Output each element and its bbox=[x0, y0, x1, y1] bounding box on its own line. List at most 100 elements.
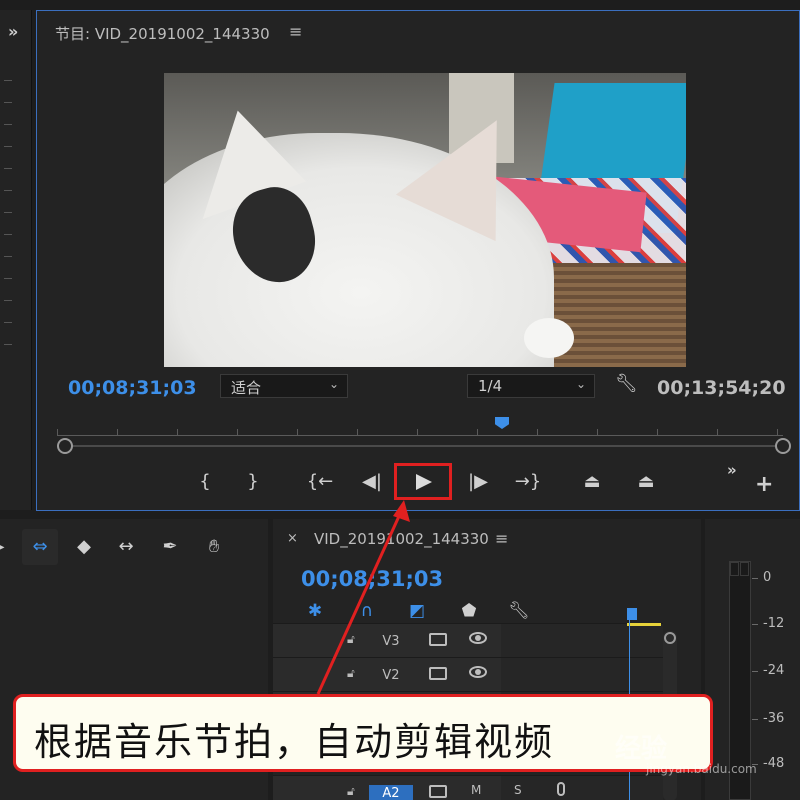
ruler-tick bbox=[4, 190, 12, 191]
db-label: -12 bbox=[763, 616, 785, 631]
step-forward-button[interactable]: |▶ bbox=[465, 469, 491, 495]
program-monitor-title[interactable]: 节目: VID_20191002_144330 bbox=[55, 23, 270, 44]
ruler-tick bbox=[4, 234, 12, 235]
sync-lock-film-icon[interactable] bbox=[429, 785, 447, 798]
program-monitor-panel: 节目: VID_20191002_144330 ≡ 00;08;31;03 适合… bbox=[36, 10, 800, 511]
ripple-edit-icon[interactable]: ⇔ bbox=[22, 529, 58, 565]
sync-lock-film-icon[interactable] bbox=[429, 633, 447, 646]
play-icon[interactable] bbox=[416, 474, 432, 490]
ruler-tick bbox=[4, 322, 12, 323]
mark-in-button[interactable]: { bbox=[195, 469, 215, 495]
extract-icon[interactable]: ⏏︎ bbox=[631, 469, 661, 495]
db-label: 0 bbox=[763, 570, 772, 585]
ruler-tick bbox=[777, 429, 778, 435]
meter-peak-right bbox=[740, 562, 749, 576]
callout-text: 根据音乐节拍，自动剪辑视频 bbox=[34, 720, 555, 764]
ruler-tick bbox=[477, 429, 478, 435]
mute-button[interactable]: M bbox=[471, 783, 481, 797]
track-row-a2: 🔓︎ A2 M S bbox=[273, 775, 663, 800]
db-label: -48 bbox=[763, 756, 785, 771]
go-to-out-button[interactable]: →} bbox=[513, 469, 543, 495]
ruler-tick bbox=[4, 256, 12, 257]
add-marker-icon[interactable]: ⬟ bbox=[455, 601, 483, 621]
go-to-in-button[interactable]: {← bbox=[305, 469, 335, 495]
linked-selection-icon[interactable]: ◩ bbox=[403, 601, 431, 621]
track-select-icon[interactable]: ▸ bbox=[0, 529, 18, 565]
db-tick bbox=[752, 671, 758, 672]
nest-toggle-icon[interactable]: ✱ bbox=[301, 601, 329, 621]
track-row-v3: 🔓︎ V3 bbox=[273, 623, 663, 658]
zoom-scrollbar-left-handle[interactable] bbox=[57, 438, 73, 454]
snap-magnet-icon[interactable]: ∩ bbox=[353, 601, 381, 621]
sequence-tab-title[interactable]: VID_20191002_144330 bbox=[314, 530, 489, 548]
close-icon[interactable]: × bbox=[287, 531, 298, 546]
playback-resolution-value: 1/4 bbox=[478, 377, 503, 395]
chevron-down-icon: ⌄ bbox=[575, 377, 586, 391]
db-tick bbox=[752, 719, 758, 720]
work-area-bar[interactable] bbox=[627, 623, 661, 626]
ruler-tick bbox=[537, 429, 538, 435]
audio-meters-panel: 0 -12 -24 -36 -48 bbox=[705, 519, 800, 800]
zoom-fit-value: 适合 bbox=[231, 379, 262, 397]
hamburger-menu-icon[interactable]: ≡ bbox=[495, 529, 508, 548]
ruler-tick bbox=[237, 429, 238, 435]
meter-peak-left bbox=[730, 562, 739, 576]
zoom-scrollbar[interactable] bbox=[57, 445, 787, 447]
time-ruler[interactable] bbox=[57, 424, 783, 436]
razor-icon[interactable]: ◆ bbox=[66, 529, 102, 565]
db-label: -24 bbox=[763, 663, 785, 678]
timeline-timecode[interactable]: 00;08;31;03 bbox=[301, 567, 443, 591]
db-label: -36 bbox=[763, 711, 785, 726]
zoom-scrollbar-right-handle[interactable] bbox=[775, 438, 791, 454]
expand-panels-icon[interactable]: » bbox=[8, 22, 18, 41]
timeline-settings-wrench-icon[interactable]: 🔧︎ bbox=[505, 601, 533, 621]
step-back-button[interactable]: ◀| bbox=[359, 469, 385, 495]
premiere-window: » 节目: VID_20191002_144330 ≡ 00;08;31;03 … bbox=[0, 0, 800, 800]
video-cat-paw bbox=[524, 318, 574, 358]
ruler-tick bbox=[117, 429, 118, 435]
ruler-tick bbox=[357, 429, 358, 435]
more-controls-icon[interactable]: » bbox=[727, 461, 737, 479]
ruler-tick bbox=[4, 168, 12, 169]
slip-icon[interactable]: ↔ bbox=[108, 529, 144, 565]
video-preview bbox=[164, 73, 686, 367]
lock-icon[interactable]: 🔓︎ bbox=[347, 784, 355, 799]
ruler-tick bbox=[4, 146, 12, 147]
eye-icon[interactable] bbox=[469, 666, 487, 678]
microphone-icon[interactable] bbox=[557, 782, 565, 796]
ruler-tick bbox=[4, 80, 12, 81]
ruler-tick bbox=[297, 429, 298, 435]
watermark-url: jingyan.baidu.com bbox=[646, 762, 757, 776]
lock-icon[interactable]: 🔓︎ bbox=[347, 632, 355, 647]
db-tick bbox=[752, 624, 758, 625]
timeline-playhead[interactable] bbox=[627, 608, 637, 620]
mark-out-button[interactable]: } bbox=[243, 469, 263, 495]
hand-icon[interactable]: ✋︎ bbox=[196, 529, 232, 565]
track-name[interactable]: V3 bbox=[369, 633, 413, 651]
lift-icon[interactable]: ⏏︎ bbox=[577, 469, 607, 495]
solo-button[interactable]: S bbox=[514, 783, 522, 797]
current-timecode[interactable]: 00;08;31;03 bbox=[68, 377, 197, 399]
hamburger-menu-icon[interactable]: ≡ bbox=[289, 22, 302, 41]
ruler-tick bbox=[4, 102, 12, 103]
track-name[interactable]: A2 bbox=[369, 785, 413, 800]
ruler-tick bbox=[4, 344, 12, 345]
add-button-icon[interactable]: + bbox=[755, 472, 773, 497]
ruler-tick bbox=[4, 212, 12, 213]
settings-wrench-icon[interactable]: 🔧︎ bbox=[615, 373, 638, 394]
track-name[interactable]: V2 bbox=[369, 667, 413, 685]
ruler-tick bbox=[717, 429, 718, 435]
zoom-fit-dropdown[interactable]: 适合 ⌄ bbox=[220, 374, 348, 398]
pen-icon[interactable]: ✒ bbox=[152, 529, 188, 565]
playback-resolution-dropdown[interactable]: 1/4 ⌄ bbox=[467, 374, 595, 398]
lock-icon[interactable]: 🔓︎ bbox=[347, 666, 355, 681]
eye-icon[interactable] bbox=[469, 632, 487, 644]
sync-lock-film-icon[interactable] bbox=[429, 667, 447, 680]
ruler-tick bbox=[657, 429, 658, 435]
watermark-logo: 经验 bbox=[615, 734, 668, 764]
timeline-scrollbar-handle[interactable] bbox=[664, 632, 676, 644]
ruler-tick bbox=[4, 300, 12, 301]
db-tick bbox=[752, 578, 758, 579]
track-row-v2: 🔓︎ V2 bbox=[273, 657, 663, 692]
ruler-tick bbox=[597, 429, 598, 435]
